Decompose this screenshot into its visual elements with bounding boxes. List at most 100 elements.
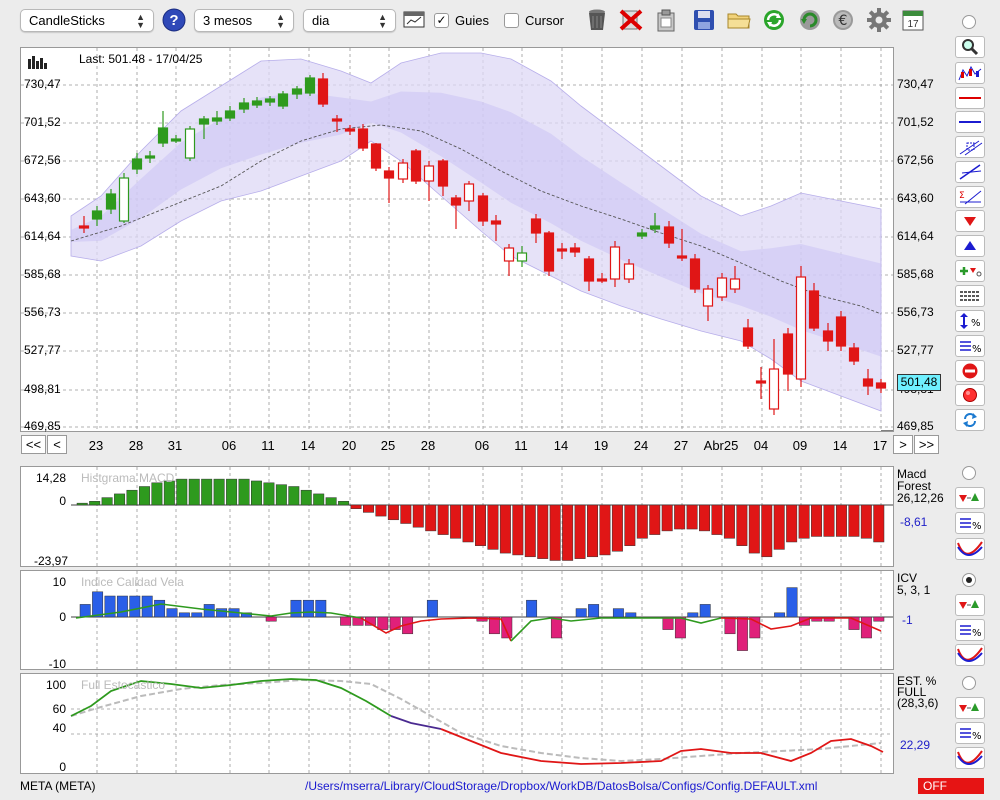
nav-prev-button[interactable]: < (47, 435, 67, 454)
candle-down (370, 143, 382, 169)
status-off-badge[interactable]: OFF (918, 778, 984, 794)
record-icon[interactable] (955, 384, 985, 406)
price-tick-left: 701,52 (24, 115, 61, 129)
nav-last-button[interactable]: >> (914, 435, 939, 454)
macd-wave-icon[interactable] (955, 538, 985, 560)
candle-down (663, 226, 675, 244)
candle-up (118, 177, 130, 222)
candle-up (251, 100, 263, 106)
macd-bar-negative (860, 504, 872, 539)
macd-updown-icon[interactable] (955, 487, 985, 509)
macd-bar-positive (250, 480, 262, 506)
icv-wave-icon[interactable] (955, 644, 985, 666)
arrow-down-icon[interactable] (955, 210, 985, 232)
icv-bar-positive (786, 587, 798, 618)
macd-bar-negative (823, 504, 835, 537)
panel-radio-macd[interactable] (962, 466, 976, 480)
grid-lines-icon[interactable] (955, 285, 985, 307)
icv-tick-zero: 0 (59, 610, 66, 624)
chart-type-select[interactable]: CandleSticks ▲ ▼ (20, 9, 154, 32)
hline-blue-icon[interactable] (955, 111, 985, 133)
candle-down (530, 218, 542, 234)
chevron-updown-icon: ▲ ▼ (378, 11, 387, 30)
macd-bar-negative (350, 504, 362, 509)
svg-text:%: % (972, 731, 982, 742)
panel-radio-main[interactable] (962, 15, 976, 29)
stoch-title: Full Estocastico (81, 678, 166, 692)
save-icon[interactable] (691, 7, 717, 33)
icv-signal-line (510, 617, 722, 642)
zoom-icon[interactable] (955, 36, 985, 58)
date-label: 14 (832, 438, 848, 453)
hline-red-icon[interactable] (955, 87, 985, 109)
candle-down (848, 347, 860, 362)
gear-icon[interactable] (866, 7, 892, 33)
macd-bar-positive (226, 478, 238, 506)
delete-icon[interactable] (618, 7, 644, 33)
add-marker-icon[interactable] (955, 260, 985, 282)
icv-params: 5, 3, 1 (897, 583, 931, 597)
macd-bar-positive (288, 486, 300, 506)
stoch-wave-icon[interactable] (955, 747, 985, 769)
clipboard-icon[interactable] (653, 7, 679, 33)
period-select[interactable]: 3 mesos ▲ ▼ (194, 9, 294, 32)
macd-bar-negative (462, 504, 474, 543)
calendar-icon[interactable]: 17 (900, 7, 926, 33)
macd-bar-negative (674, 504, 686, 530)
price-tick-right: 556,73 (897, 305, 934, 319)
icv-percent-icon[interactable]: % (955, 619, 985, 641)
lines-percent-icon[interactable]: % (955, 335, 985, 357)
icv-panel[interactable]: Indice Calidad Vela (20, 570, 894, 670)
reload-icon[interactable] (797, 7, 823, 33)
icv-bar-positive (315, 599, 327, 618)
panel-radio-stoch[interactable] (962, 676, 976, 690)
price-tick-right: 672,56 (897, 153, 934, 167)
panel-radio-icv[interactable] (962, 573, 976, 587)
interval-select[interactable]: dia ▲ ▼ (303, 9, 396, 32)
macd-bar-negative (624, 504, 636, 546)
stoch-updown-icon[interactable] (955, 697, 985, 719)
date-label: 23 (88, 438, 104, 453)
date-label: Abr25 (703, 438, 739, 453)
candles-icon[interactable] (955, 62, 985, 84)
fibonacci-icon[interactable]: Σ (955, 186, 985, 208)
candle-up (238, 102, 250, 110)
trash-icon[interactable] (584, 7, 610, 33)
trend-channel-icon[interactable] (955, 136, 985, 158)
config-path[interactable]: /Users/mserra/Library/CloudStorage/Dropb… (305, 779, 817, 793)
stop-icon[interactable] (955, 360, 985, 382)
candle-up (91, 210, 103, 220)
stoch-percent-icon[interactable]: % (955, 722, 985, 744)
price-chart[interactable] (21, 48, 893, 431)
euro-icon[interactable]: € (830, 7, 856, 33)
svg-text:%: % (972, 344, 982, 355)
trendline-icon[interactable] (955, 161, 985, 183)
macd-bar-positive (201, 478, 213, 506)
scale-percent-icon[interactable]: % (955, 310, 985, 332)
icv-bar-positive (216, 608, 228, 618)
macd-bar-positive (213, 478, 225, 506)
help-icon[interactable]: ? (161, 7, 187, 33)
icv-updown-icon[interactable] (955, 594, 985, 616)
guides-checkbox[interactable]: ✓ (434, 13, 449, 28)
nav-next-button[interactable]: > (893, 435, 913, 454)
macd-bar-positive (76, 502, 88, 506)
nav-first-button[interactable]: << (21, 435, 46, 454)
macd-bar-positive (338, 501, 350, 506)
price-chart-panel[interactable]: Last: 501.48 - 17/04/25 (20, 47, 894, 432)
icv-bar-positive (588, 604, 600, 618)
price-tick-right: 643,60 (897, 191, 934, 205)
folder-icon[interactable] (726, 7, 752, 33)
macd-panel[interactable]: Histgrama MACD (20, 466, 894, 567)
refresh-icon[interactable] (761, 7, 787, 33)
candle-down (742, 327, 754, 347)
swap-icon[interactable] (955, 409, 985, 431)
cursor-checkbox[interactable] (504, 13, 519, 28)
arrow-up-icon[interactable] (955, 235, 985, 257)
macd-bar-negative (798, 504, 810, 539)
date-label: 31 (167, 438, 183, 453)
macd-percent-icon[interactable]: % (955, 512, 985, 534)
stochastic-panel[interactable]: Full Estocastico (20, 673, 894, 774)
date-label: 24 (633, 438, 649, 453)
monitor-icon[interactable] (401, 7, 427, 33)
